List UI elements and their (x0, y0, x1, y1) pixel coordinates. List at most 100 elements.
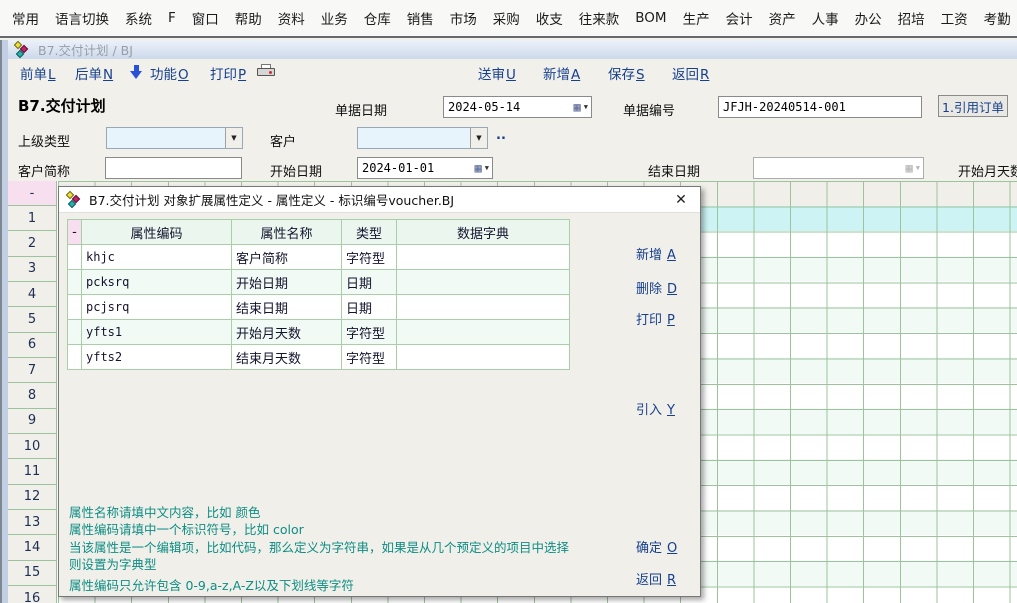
functions-button[interactable]: 功能O (150, 63, 189, 83)
menu-item[interactable]: 常用 (12, 8, 39, 28)
menu-item[interactable]: 帮助 (235, 8, 262, 28)
customer-short-field[interactable] (105, 157, 242, 179)
attribute-row[interactable]: yfts1开始月天数字符型 (68, 320, 570, 345)
attr-code-cell[interactable]: yfts1 (82, 320, 232, 345)
attr-name-cell[interactable]: 开始日期 (232, 270, 342, 295)
attr-type-cell[interactable]: 日期 (342, 270, 397, 295)
close-icon[interactable]: ✕ (672, 191, 690, 209)
dialog-back-button[interactable]: 返回R (636, 569, 676, 588)
attr-dict-cell[interactable] (397, 345, 570, 370)
attr-name-cell[interactable]: 客户简称 (232, 245, 342, 270)
menu-item[interactable]: 语言切换 (55, 8, 109, 28)
menu-item[interactable]: 采购 (493, 8, 520, 28)
col-header-type[interactable]: 类型 (342, 220, 397, 245)
row-header[interactable]: 3 (8, 257, 56, 282)
row-header[interactable]: 1 (8, 206, 56, 231)
calendar-dropdown-icon[interactable]: ▦▼ (574, 100, 591, 114)
attribute-row[interactable]: pcjsrq结束日期日期 (68, 295, 570, 320)
attr-name-cell[interactable]: 开始月天数 (232, 320, 342, 345)
menu-item[interactable]: 人事 (812, 8, 839, 28)
menu-item[interactable]: 考勤 (984, 8, 1011, 28)
col-header-code[interactable]: 属性编码 (82, 220, 232, 245)
row-header[interactable]: 2 (8, 231, 56, 256)
col-header-name[interactable]: 属性名称 (232, 220, 342, 245)
down-arrow-icon[interactable] (130, 64, 143, 80)
row-header[interactable]: 11 (8, 459, 56, 484)
row-header[interactable]: 4 (8, 282, 56, 307)
attr-type-cell[interactable]: 字符型 (342, 345, 397, 370)
row-selector-cell[interactable] (68, 270, 82, 295)
menu-item[interactable]: F (168, 10, 176, 26)
menu-item[interactable]: 往来款 (579, 8, 620, 28)
save-button[interactable]: 保存S (608, 63, 645, 83)
attribute-row[interactable]: khjc客户简称字符型 (68, 245, 570, 270)
menu-item[interactable]: BOM (635, 10, 666, 26)
menu-item[interactable]: 会计 (726, 8, 753, 28)
add-button[interactable]: 新增A (543, 63, 580, 83)
row-header[interactable]: 16 (8, 586, 56, 603)
print-button[interactable]: 打印P (210, 63, 246, 83)
menu-item[interactable]: 工资 (941, 8, 968, 28)
submit-button[interactable]: 送审U (478, 63, 516, 83)
dialog-delete-button[interactable]: 删除D (636, 278, 677, 297)
row-header[interactable]: 6 (8, 333, 56, 358)
row-header[interactable]: 10 (8, 434, 56, 459)
end-date-field[interactable]: ▦▼ (753, 157, 924, 179)
menu-item[interactable]: 销售 (407, 8, 434, 28)
dialog-import-button[interactable]: 引入Y (636, 399, 675, 418)
menu-item[interactable]: 仓库 (364, 8, 391, 28)
row-header[interactable]: 14 (8, 535, 56, 560)
attr-dict-cell[interactable] (397, 270, 570, 295)
attr-dict-cell[interactable] (397, 295, 570, 320)
attr-dict-cell[interactable] (397, 320, 570, 345)
menu-item[interactable]: 办公 (855, 8, 882, 28)
doc-date-field[interactable]: 2024-05-14 ▦▼ (443, 96, 592, 118)
row-selector-cell[interactable] (68, 320, 82, 345)
dropdown-arrow-icon[interactable]: ▼ (470, 128, 487, 148)
attr-type-cell[interactable]: 日期 (342, 295, 397, 320)
grid-corner-cell[interactable]: - (8, 181, 56, 206)
calendar-dropdown-icon[interactable]: ▦▼ (475, 161, 492, 175)
dialog-add-button[interactable]: 新增A (636, 244, 676, 263)
menu-item[interactable]: 收支 (536, 8, 563, 28)
attr-type-cell[interactable]: 字符型 (342, 320, 397, 345)
row-header[interactable]: 12 (8, 485, 56, 510)
row-selector-cell[interactable] (68, 345, 82, 370)
attr-type-cell[interactable]: 字符型 (342, 245, 397, 270)
printer-icon[interactable] (257, 64, 276, 79)
attr-code-cell[interactable]: yfts2 (82, 345, 232, 370)
attr-dict-cell[interactable] (397, 245, 570, 270)
row-header[interactable]: 5 (8, 307, 56, 332)
row-header[interactable]: 9 (8, 409, 56, 434)
attribute-row[interactable]: yfts2结束月天数字符型 (68, 345, 570, 370)
back-button[interactable]: 返回R (672, 63, 709, 83)
next-doc-button[interactable]: 后单N (75, 63, 113, 83)
prev-doc-button[interactable]: 前单L (20, 63, 56, 83)
menu-item[interactable]: 资产 (769, 8, 796, 28)
table-corner-cell[interactable]: - (68, 220, 82, 245)
row-header[interactable]: 7 (8, 358, 56, 383)
ref-order-button[interactable]: 1.引用订单 (938, 95, 1008, 117)
customer-browse-dots[interactable]: .. (496, 128, 506, 143)
dropdown-arrow-icon[interactable]: ▼ (225, 128, 242, 148)
menu-item[interactable]: 窗口 (192, 8, 219, 28)
menu-item[interactable]: 资料 (278, 8, 305, 28)
doc-no-field[interactable]: JFJH-20240514-001 (718, 96, 922, 118)
row-header[interactable]: 13 (8, 510, 56, 535)
menu-item[interactable]: 市场 (450, 8, 477, 28)
menu-item[interactable]: 生产 (683, 8, 710, 28)
attribute-row[interactable]: pcksrq开始日期日期 (68, 270, 570, 295)
menu-item[interactable]: 招培 (898, 8, 925, 28)
start-date-field[interactable]: 2024-01-01 ▦▼ (357, 157, 493, 179)
row-selector-cell[interactable] (68, 245, 82, 270)
menu-item[interactable]: 系统 (125, 8, 152, 28)
row-selector-cell[interactable] (68, 295, 82, 320)
row-header[interactable]: 8 (8, 383, 56, 408)
customer-select[interactable]: ▼ (357, 127, 488, 149)
attr-code-cell[interactable]: pcksrq (82, 270, 232, 295)
dialog-print-button[interactable]: 打印P (636, 309, 675, 328)
parent-type-select[interactable]: ▼ (106, 127, 243, 149)
menu-item[interactable]: 业务 (321, 8, 348, 28)
attr-code-cell[interactable]: pcjsrq (82, 295, 232, 320)
attr-name-cell[interactable]: 结束月天数 (232, 345, 342, 370)
